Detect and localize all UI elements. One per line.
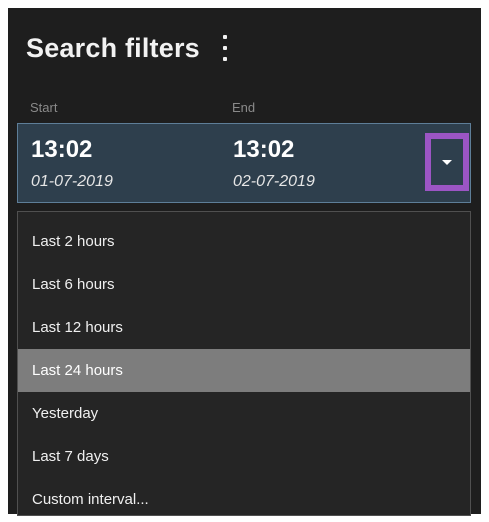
header: Search filters (26, 28, 230, 68)
start-time: 13:02 (31, 136, 93, 163)
menu-item-last-2-hours[interactable]: Last 2 hours (18, 220, 470, 263)
start-date: 01-07-2019 (31, 173, 113, 190)
dropdown-button[interactable] (425, 133, 469, 191)
page-title: Search filters (26, 32, 200, 63)
menu-item-last-24-hours[interactable]: Last 24 hours (18, 349, 470, 392)
menu-item-last-12-hours[interactable]: Last 12 hours (18, 306, 470, 349)
menu-item-custom-interval[interactable]: Custom interval... (18, 478, 470, 521)
time-range-menu: Last 2 hours Last 6 hours Last 12 hours … (17, 211, 471, 516)
end-time: 13:02 (233, 136, 295, 163)
more-vertical-icon[interactable] (220, 35, 230, 61)
menu-item-last-6-hours[interactable]: Last 6 hours (18, 263, 470, 306)
menu-item-last-7-days[interactable]: Last 7 days (18, 435, 470, 478)
start-label: Start (30, 100, 58, 115)
time-range-selector[interactable]: 13:02 01-07-2019 13:02 02-07-2019 (17, 123, 471, 203)
caret-down-icon (442, 159, 452, 165)
end-label: End (232, 100, 256, 115)
menu-item-yesterday[interactable]: Yesterday (18, 392, 470, 435)
end-date: 02-07-2019 (233, 173, 315, 190)
